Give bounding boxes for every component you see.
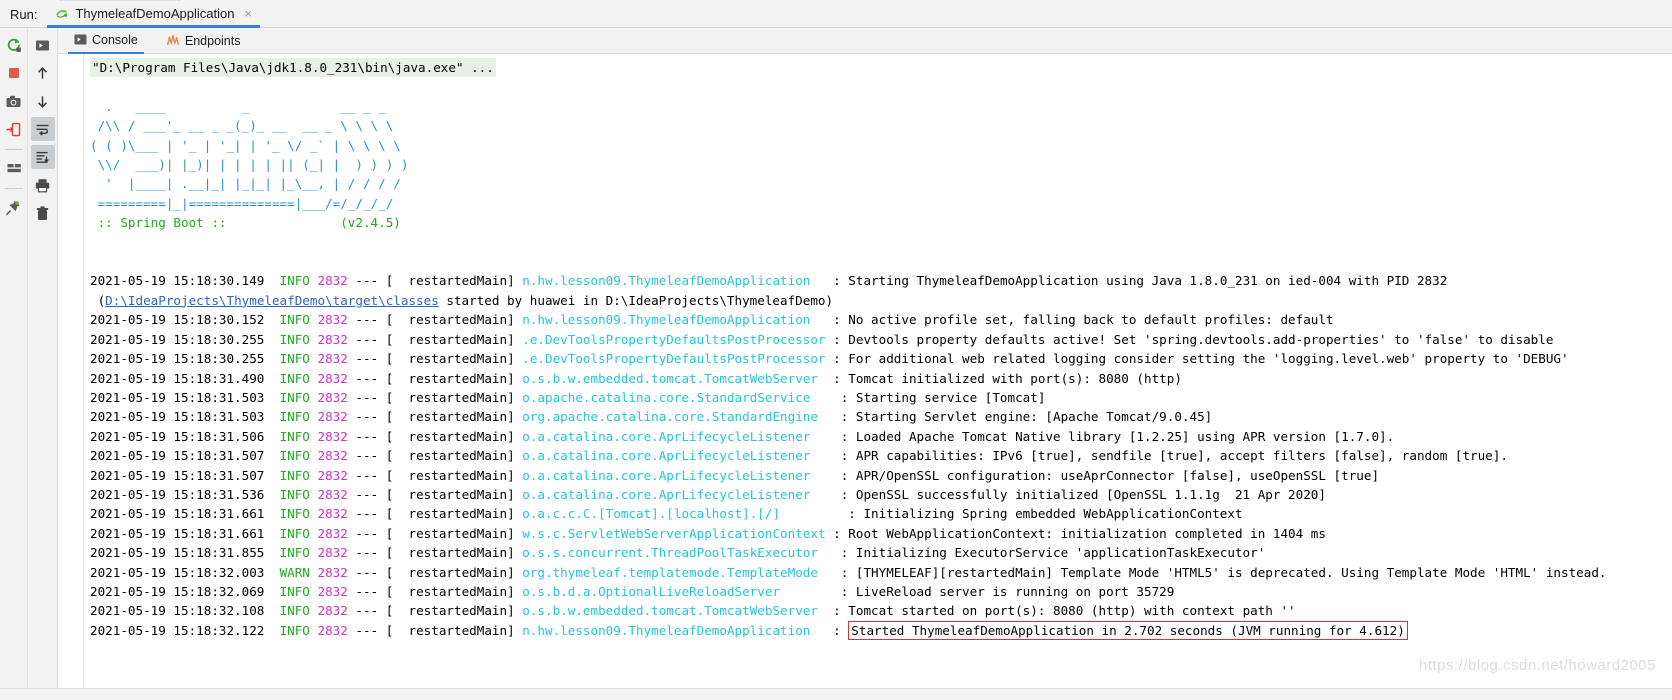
stop-icon[interactable] <box>2 61 26 85</box>
log-line[interactable]: 2021-05-19 15:18:31.507 INFO 2832 --- [ … <box>90 466 1672 485</box>
scroll-to-end-icon[interactable] <box>30 145 55 169</box>
log-line[interactable]: 2021-05-19 15:18:31.506 INFO 2832 --- [ … <box>90 427 1672 446</box>
layout-icon[interactable] <box>2 156 26 180</box>
camera-icon[interactable] <box>2 89 26 113</box>
spring-boot-version-line: :: Spring Boot :: (v2.4.5) <box>90 215 401 231</box>
log-line[interactable]: 2021-05-19 15:18:31.661 INFO 2832 --- [ … <box>90 524 1672 543</box>
console-tab-strip: Console Endpoints <box>58 28 1672 54</box>
tab-endpoints-label: Endpoints <box>184 33 241 48</box>
log-line[interactable]: 2021-05-19 15:18:31.503 INFO 2832 --- [ … <box>90 407 1672 426</box>
bottom-status-strip <box>0 688 1672 700</box>
arrow-up-icon[interactable] <box>31 61 55 85</box>
console-toggle-icon[interactable] <box>31 33 55 57</box>
console-line-gutter <box>58 54 84 700</box>
classes-path-link[interactable]: D:\IdeaProjects\ThymeleafDemo\target\cla… <box>105 293 439 308</box>
log-line[interactable]: 2021-05-19 15:18:30.255 INFO 2832 --- [ … <box>90 330 1672 349</box>
log-line-wrapped[interactable]: (D:\IdeaProjects\ThymeleafDemo\target\cl… <box>90 291 1672 310</box>
log-line[interactable]: 2021-05-19 15:18:31.490 INFO 2832 --- [ … <box>90 369 1672 388</box>
run-tool-window: Run: ThymeleafDemoApplication × Console … <box>0 0 1672 700</box>
tab-console-label: Console <box>92 32 138 47</box>
pin-icon[interactable] <box>2 195 26 219</box>
toolbar-divider-2 <box>4 188 23 189</box>
run-body: Console Endpoints "D:\Program Files\Java… <box>0 28 1672 700</box>
spring-banner-line: ' |____| .__|_| |_|_| |_\__, | / / / / <box>90 176 401 192</box>
log-line[interactable]: 2021-05-19 15:18:32.122 INFO 2832 --- [ … <box>90 620 1672 640</box>
close-icon[interactable]: × <box>244 7 252 20</box>
print-icon[interactable] <box>31 173 55 197</box>
log-line[interactable]: 2021-05-19 15:18:31.503 INFO 2832 --- [ … <box>90 388 1672 407</box>
run-header-bar: Run: ThymeleafDemoApplication × <box>0 0 1672 28</box>
log-line[interactable]: 2021-05-19 15:18:32.069 INFO 2832 --- [ … <box>90 582 1672 601</box>
run-configuration-tab[interactable]: ThymeleafDemoApplication × <box>47 3 261 28</box>
spring-banner-line: /\\ / ___'_ __ _ _(_)_ __ __ _ \ \ \ \ <box>90 118 394 134</box>
spring-banner-line: =========|_|==============|___/=/_/_/_/ <box>90 195 394 211</box>
partial-editor-tab[interactable] <box>60 0 180 1</box>
log-line[interactable]: 2021-05-19 15:18:31.661 INFO 2832 --- [ … <box>90 504 1672 523</box>
trash-icon[interactable] <box>31 201 55 225</box>
rerun-icon[interactable] <box>2 33 26 57</box>
log-line[interactable]: 2021-05-19 15:18:31.855 INFO 2832 --- [ … <box>90 543 1672 562</box>
spring-banner-line: ( ( )\___ | '_ | '_| | '_ \/ _` | \ \ \ … <box>90 137 401 153</box>
arrow-down-icon[interactable] <box>31 89 55 113</box>
console-column: Console Endpoints "D:\Program Files\Java… <box>28 28 1672 700</box>
console-icon <box>74 33 87 46</box>
log-line[interactable]: 2021-05-19 15:18:32.108 INFO 2832 --- [ … <box>90 601 1672 620</box>
log-line[interactable]: 2021-05-19 15:18:31.536 INFO 2832 --- [ … <box>90 485 1672 504</box>
tab-console[interactable]: Console <box>68 28 144 54</box>
soft-wrap-icon[interactable] <box>30 117 55 141</box>
log-line[interactable]: 2021-05-19 15:18:30.149 INFO 2832 --- [ … <box>90 271 1672 290</box>
console-content-column: Console Endpoints "D:\Program Files\Java… <box>58 28 1672 700</box>
thread-dump-icon[interactable] <box>2 117 26 141</box>
run-label: Run: <box>10 7 38 22</box>
log-line[interactable]: 2021-05-19 15:18:30.152 INFO 2832 --- [ … <box>90 310 1672 329</box>
spring-boot-app-icon <box>55 7 69 21</box>
run-actions-toolbar <box>0 28 28 700</box>
log-line[interactable]: 2021-05-19 15:18:31.507 INFO 2832 --- [ … <box>90 446 1672 465</box>
console-command-line: "D:\Program Files\Java\jdk1.8.0_231\bin\… <box>90 58 1672 78</box>
log-line[interactable]: 2021-05-19 15:18:30.255 INFO 2832 --- [ … <box>90 349 1672 368</box>
endpoints-icon <box>166 34 180 47</box>
highlight-box: Started ThymeleafDemoApplication in 2.70… <box>848 620 1408 640</box>
console-output-area: "D:\Program Files\Java\jdk1.8.0_231\bin\… <box>58 54 1672 700</box>
spring-banner-line: \\/ ___)| |_)| | | | | || (_| | ) ) ) ) <box>90 157 409 173</box>
run-tab-title: ThymeleafDemoApplication <box>75 6 235 21</box>
console-actions-toolbar <box>28 28 58 700</box>
toolbar-divider <box>4 149 23 150</box>
tab-endpoints[interactable]: Endpoints <box>160 28 247 54</box>
console-text[interactable]: "D:\Program Files\Java\jdk1.8.0_231\bin\… <box>84 54 1672 700</box>
log-line[interactable]: 2021-05-19 15:18:32.003 WARN 2832 --- [ … <box>90 563 1672 582</box>
spring-banner-line: . ____ _ __ _ _ <box>90 98 386 114</box>
